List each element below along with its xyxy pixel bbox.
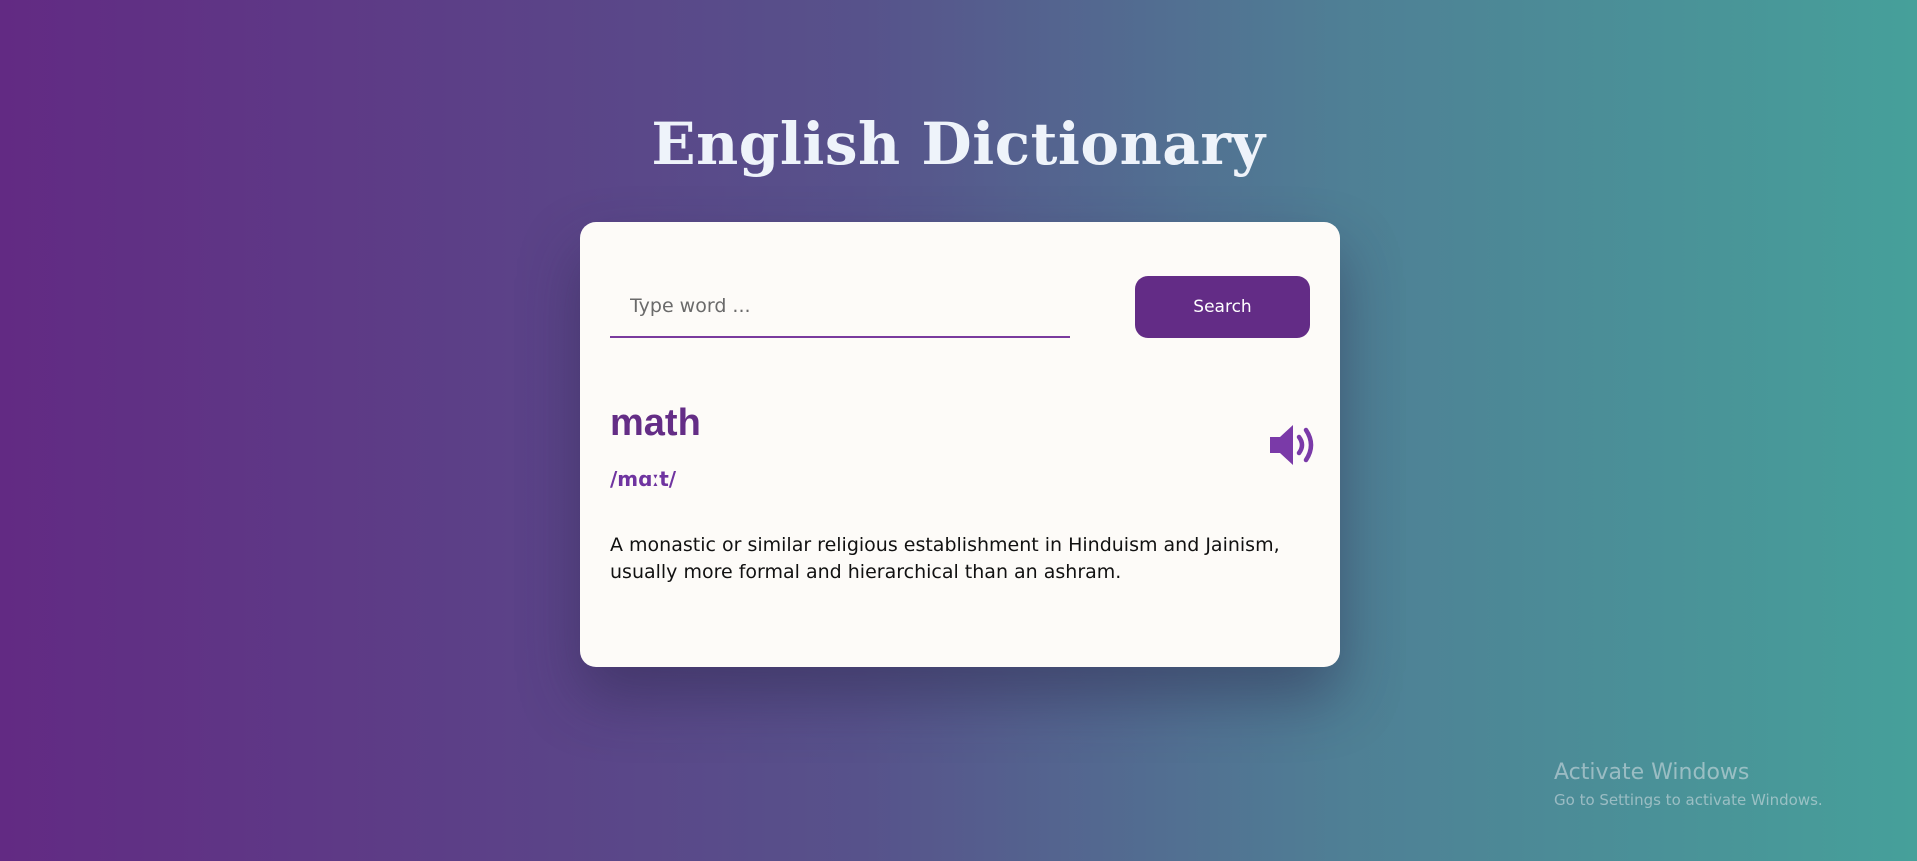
- search-input[interactable]: [610, 276, 1070, 336]
- result-word: math: [610, 402, 701, 444]
- activate-windows-watermark: Activate Windows Go to Settings to activ…: [1554, 760, 1823, 809]
- play-pronunciation-button[interactable]: [1268, 422, 1316, 468]
- search-button[interactable]: Search: [1135, 276, 1310, 338]
- speaker-volume-icon: [1270, 425, 1314, 465]
- result-definition: A monastic or similar religious establis…: [610, 534, 1280, 583]
- page-title: English Dictionary: [651, 110, 1266, 178]
- watermark-title: Activate Windows: [1554, 760, 1750, 785]
- result-phonetic: /mɑːt/: [610, 467, 677, 491]
- watermark-subtitle: Go to Settings to activate Windows.: [1554, 791, 1823, 809]
- search-field: [610, 276, 1070, 338]
- dictionary-card: Search math /mɑːt/ A monastic or similar…: [580, 222, 1340, 667]
